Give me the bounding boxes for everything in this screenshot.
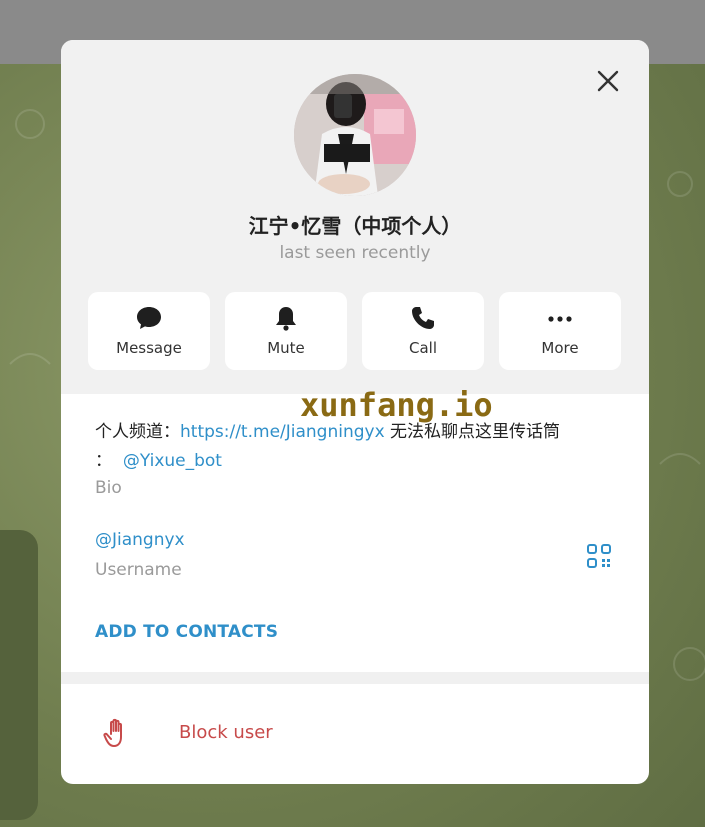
profile-name: 江宁•忆雪（中项个人） (248, 214, 462, 238)
block-user-label: Block user (179, 722, 273, 743)
call-label: Call (408, 339, 437, 357)
bot-link[interactable]: @Yixue_bot (123, 451, 222, 471)
bio-text: 个人频道：https://t.me/Jiangningyx 无法私聊点这里传话筒… (95, 418, 615, 476)
bio-label: Bio (95, 478, 122, 498)
phone-icon (362, 304, 484, 332)
more-button[interactable]: More (499, 292, 621, 370)
profile-header: 江宁•忆雪（中项个人） last seen recently Message M… (61, 40, 649, 394)
chat-bubble-icon (88, 304, 210, 332)
bio-middle: 无法私聊点这里传话筒 (384, 422, 561, 442)
qr-code-icon[interactable] (585, 542, 613, 570)
message-button[interactable]: Message (88, 292, 210, 370)
more-dots-icon (499, 304, 621, 332)
action-buttons: Message Mute Call More (88, 292, 622, 370)
hand-stop-icon (103, 717, 131, 749)
channel-link[interactable]: https://t.me/Jiangningyx (180, 422, 385, 442)
chat-bubble-edge (0, 530, 38, 820)
watermark: xunfang.io (300, 386, 493, 424)
message-label: Message (116, 339, 182, 357)
close-icon[interactable] (594, 67, 622, 95)
section-divider (61, 672, 649, 684)
avatar[interactable] (294, 74, 416, 196)
mute-label: Mute (267, 339, 305, 357)
username-value[interactable]: @Jiangnyx (95, 530, 185, 550)
mute-button[interactable]: Mute (225, 292, 347, 370)
last-seen-status: last seen recently (279, 243, 431, 263)
add-to-contacts-button[interactable]: ADD TO CONTACTS (95, 622, 278, 642)
block-user-button[interactable]: Block user (61, 684, 649, 784)
bell-icon (225, 304, 347, 332)
username-label: Username (95, 560, 182, 580)
call-button[interactable]: Call (362, 292, 484, 370)
bio-colon: ： (95, 451, 112, 471)
bio-prefix: 个人频道： (95, 422, 180, 442)
more-label: More (541, 339, 579, 357)
